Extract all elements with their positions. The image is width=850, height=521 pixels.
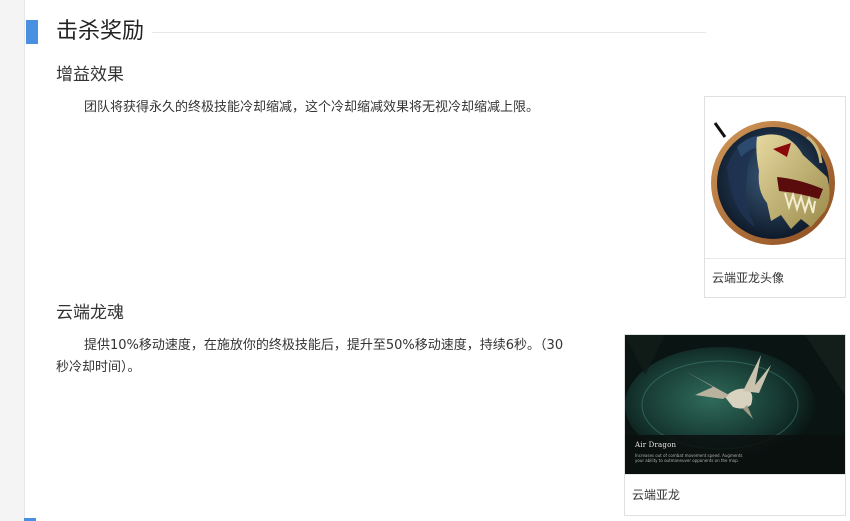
soul-paragraph: 提供10%移动速度，在施放你的终极技能后，提升至50%移动速度，持续6秒。（30… bbox=[56, 335, 606, 379]
air-dragon-image[interactable]: Air Dragon Increases out of combat movem… bbox=[625, 335, 845, 475]
air-dragon-caption: 云端亚龙 bbox=[625, 474, 845, 515]
splash-title: Air Dragon bbox=[635, 441, 677, 449]
buff-paragraph: 团队将获得永久的终极技能冷却缩减，这个冷却缩减效果将无视冷却缩减上限。 bbox=[56, 97, 656, 119]
buff-heading: 增益效果 bbox=[56, 65, 124, 85]
section-header: 击杀奖励 bbox=[26, 18, 706, 48]
soul-text-line-1: 提供10%移动速度，在施放你的终极技能后，提升至50%移动速度，持续6秒。（30 bbox=[56, 335, 606, 357]
soul-text-line-1-content: 提供10%移动速度，在施放你的终极技能后，提升至50%移动速度，持续6秒。（30 bbox=[84, 338, 564, 353]
drake-portrait-caption: 云端亚龙头像 bbox=[705, 258, 845, 297]
section-accent-bar bbox=[26, 20, 38, 44]
left-sidebar-rail bbox=[0, 0, 36, 521]
soul-text-line-2: 秒冷却时间）。 bbox=[56, 360, 141, 375]
buff-text: 团队将获得永久的终极技能冷却缩减，这个冷却缩减效果将无视冷却缩减上限。 bbox=[84, 100, 540, 115]
drake-portrait-figure[interactable]: 云端亚龙头像 bbox=[704, 96, 846, 298]
section-title: 击杀奖励 bbox=[56, 19, 145, 44]
splash-description: Increases out of combat movement speed. … bbox=[635, 453, 743, 463]
soul-heading: 云端龙魂 bbox=[56, 303, 124, 323]
air-dragon-figure[interactable]: Air Dragon Increases out of combat movem… bbox=[624, 334, 846, 516]
cloud-drake-portrait-icon bbox=[711, 121, 835, 245]
section-divider bbox=[152, 32, 706, 33]
drake-portrait-image[interactable] bbox=[705, 97, 845, 259]
